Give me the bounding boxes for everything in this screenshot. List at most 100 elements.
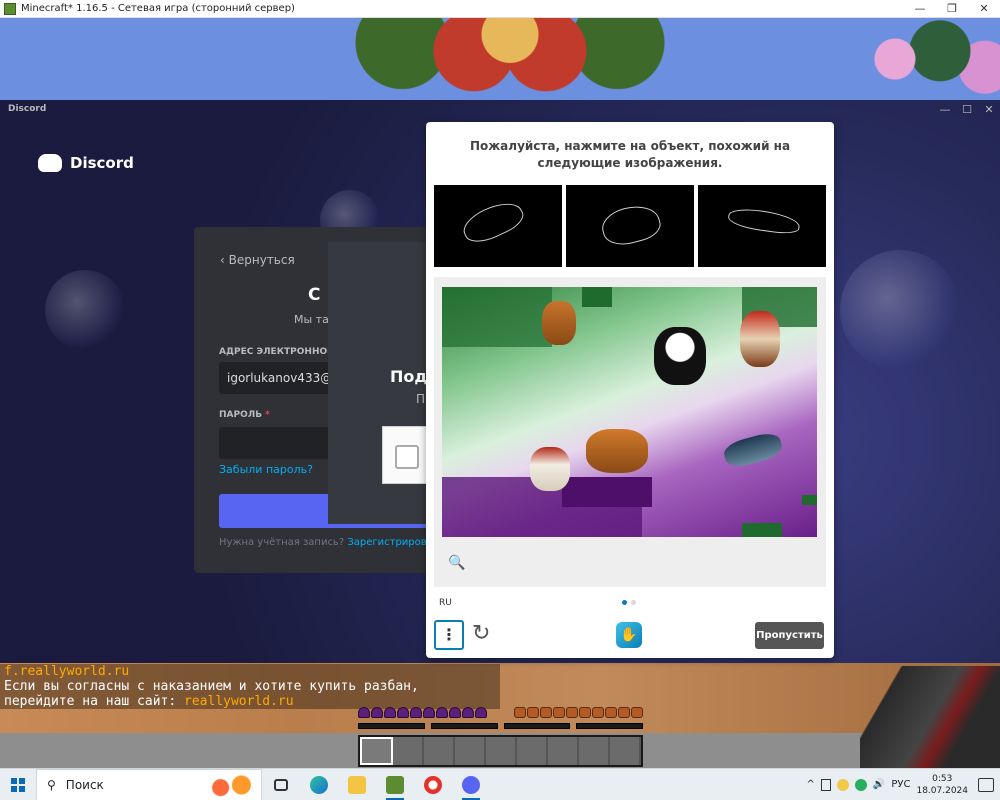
held-item xyxy=(860,666,1000,768)
hotbar-slot[interactable] xyxy=(360,737,393,765)
chat-link[interactable]: reallyworld.ru xyxy=(184,694,294,709)
search-placeholder: Поиск xyxy=(65,777,104,792)
zoom-icon[interactable]: 🔍 xyxy=(448,555,465,571)
login-title: С xyxy=(308,285,321,305)
dolphin-sketch-icon xyxy=(458,195,528,249)
hunger-icon xyxy=(631,707,643,718)
heart-icon xyxy=(358,707,370,718)
heart-icon xyxy=(423,707,435,718)
decor-bubble xyxy=(840,250,960,370)
game-chat: f.reallyworld.ru Если вы согласны с нака… xyxy=(0,664,500,709)
discord-close-button[interactable]: ✕ xyxy=(978,103,1000,116)
hunger-icon xyxy=(540,707,552,718)
tray-app-icon[interactable] xyxy=(820,778,831,791)
hunger-icon xyxy=(527,707,539,718)
back-link[interactable]: ‹ Вернуться xyxy=(220,253,295,267)
challenge-image[interactable] xyxy=(442,287,817,537)
hotbar-slot[interactable] xyxy=(393,737,424,765)
hcaptcha-challenge: Пожалуйста, нажмите на объект, похожий н… xyxy=(426,122,834,658)
hotbar-slot[interactable] xyxy=(486,737,517,765)
hotbar-slot[interactable] xyxy=(455,737,486,765)
tray-chevron-icon[interactable]: ^ xyxy=(807,779,815,790)
language-indicator[interactable]: РУС xyxy=(891,779,910,790)
required-mark: * xyxy=(265,410,270,420)
chat-link-prefix: перейдите на наш сайт: xyxy=(4,694,185,709)
minecraft-window-controls: — ❐ ✕ xyxy=(904,2,1000,15)
hotbar-slot[interactable] xyxy=(579,737,610,765)
minecraft-icon xyxy=(386,775,404,794)
login-subtitle: Мы та xyxy=(294,313,329,326)
edge-button[interactable] xyxy=(300,769,338,800)
minecraft-titlebar: Minecraft* 1.16.5 - Сетевая игра (сторон… xyxy=(0,0,1000,18)
tiger-object[interactable] xyxy=(586,429,648,473)
rooster-object[interactable] xyxy=(530,447,570,491)
discord-logo: Discord xyxy=(38,154,134,172)
tray-app-icon[interactable] xyxy=(836,778,849,791)
hotbar[interactable] xyxy=(358,735,643,767)
heart-icon xyxy=(384,707,396,718)
close-button[interactable]: ✕ xyxy=(968,2,1000,15)
email-label: АДРЕС ЭЛЕКТРОННОЙ xyxy=(219,347,335,357)
hcaptcha-logo-icon[interactable]: ✋ xyxy=(616,622,642,648)
hotbar-slot[interactable] xyxy=(610,737,641,765)
page-indicator-active xyxy=(622,600,627,605)
discord-icon xyxy=(462,775,480,794)
tiger-object[interactable] xyxy=(542,301,576,345)
heart-icon xyxy=(449,707,461,718)
dolphin-object[interactable] xyxy=(721,429,785,471)
discord-window-title: Discord xyxy=(8,104,47,114)
minecraft-taskbar-button[interactable] xyxy=(376,769,414,800)
clock-time: 0:53 xyxy=(932,773,953,784)
restore-button[interactable]: ❐ xyxy=(936,2,968,15)
experience-bar xyxy=(358,723,643,729)
heart-icon xyxy=(462,707,474,718)
discord-logo-icon xyxy=(38,154,62,172)
tray-app-icon[interactable] xyxy=(854,778,867,791)
minimize-button[interactable]: — xyxy=(904,2,936,15)
back-label: Вернуться xyxy=(228,253,295,267)
skip-button[interactable]: Пропустить xyxy=(755,622,824,649)
heart-icon xyxy=(371,707,383,718)
file-explorer-button[interactable] xyxy=(338,769,376,800)
system-tray: ^ 🔊 РУС 0:53 18.07.2024 xyxy=(807,773,1000,797)
hcaptcha-checkbox[interactable] xyxy=(395,445,419,469)
discord-maximize-button[interactable]: ☐ xyxy=(956,103,978,116)
health-bar xyxy=(358,707,487,718)
menu-button[interactable]: ⋮ xyxy=(434,620,464,650)
example-images xyxy=(434,185,826,267)
start-button[interactable] xyxy=(0,769,36,800)
cherry-trees xyxy=(850,18,1000,100)
discord-window-controls: — ☐ ✕ xyxy=(934,103,1000,116)
hcaptcha-checkbox-widget xyxy=(382,426,428,484)
hotbar-slot[interactable] xyxy=(548,737,579,765)
task-area: 🔍 xyxy=(434,277,826,587)
search-highlight-icon xyxy=(205,771,257,798)
hunger-icon xyxy=(579,707,591,718)
clock-date: 18.07.2024 xyxy=(916,785,968,796)
notification-icon[interactable] xyxy=(978,777,994,792)
yandex-browser-icon xyxy=(424,775,442,794)
minecraft-app-icon xyxy=(4,2,16,15)
hotbar-slot[interactable] xyxy=(424,737,455,765)
heart-icon xyxy=(475,707,487,718)
language-selector[interactable]: RU xyxy=(439,598,452,608)
forgot-password-link[interactable]: Забыли пароль? xyxy=(219,463,313,476)
yandex-browser-button[interactable] xyxy=(414,769,452,800)
volume-icon[interactable]: 🔊 xyxy=(873,779,885,790)
chevron-left-icon: ‹ xyxy=(220,253,229,267)
modal-title: Под xyxy=(390,367,428,386)
minecraft-window-title: Minecraft* 1.16.5 - Сетевая игра (сторон… xyxy=(21,3,295,14)
pixel-art-statue xyxy=(330,18,690,100)
discord-taskbar-button[interactable] xyxy=(452,769,490,800)
clock[interactable]: 0:53 18.07.2024 xyxy=(916,773,968,797)
rooster-object[interactable] xyxy=(740,311,780,367)
example-image-1 xyxy=(434,185,562,267)
discord-minimize-button[interactable]: — xyxy=(934,103,956,116)
task-view-button[interactable] xyxy=(262,769,300,800)
refresh-icon[interactable]: ↻ xyxy=(472,621,490,646)
dolphin-sketch-icon xyxy=(726,206,802,236)
panda-object[interactable] xyxy=(654,327,706,385)
taskbar-search[interactable]: ⚲ Поиск xyxy=(36,768,262,800)
hotbar-slot[interactable] xyxy=(517,737,548,765)
search-icon: ⚲ xyxy=(47,777,56,792)
